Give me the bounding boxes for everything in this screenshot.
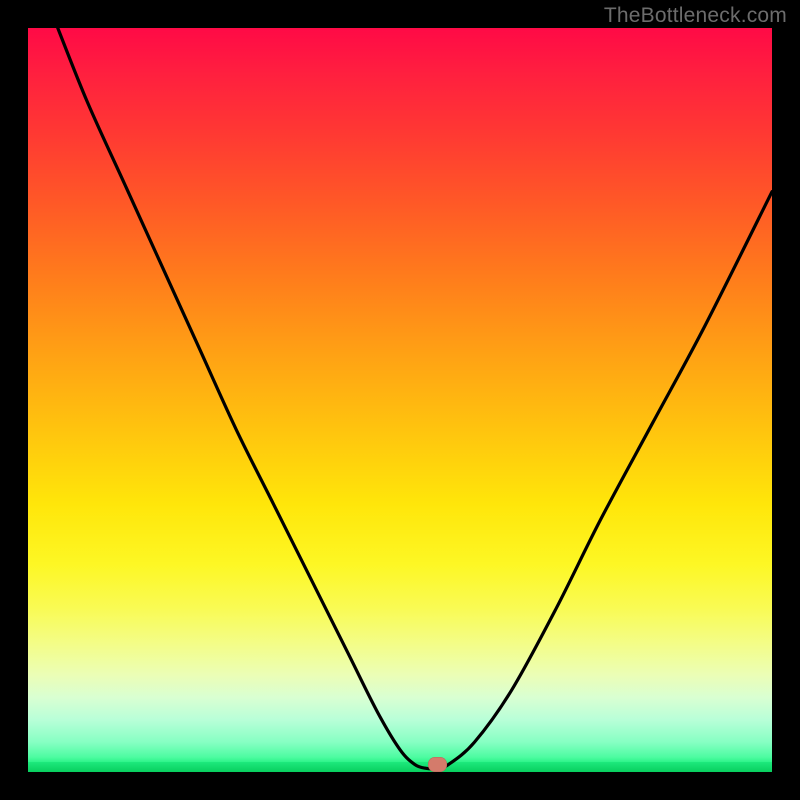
plot-area — [28, 28, 772, 772]
chart-frame: TheBottleneck.com — [0, 0, 800, 800]
watermark-text: TheBottleneck.com — [604, 4, 787, 28]
optimal-point-marker — [428, 757, 447, 772]
bottleneck-curve — [28, 28, 772, 772]
